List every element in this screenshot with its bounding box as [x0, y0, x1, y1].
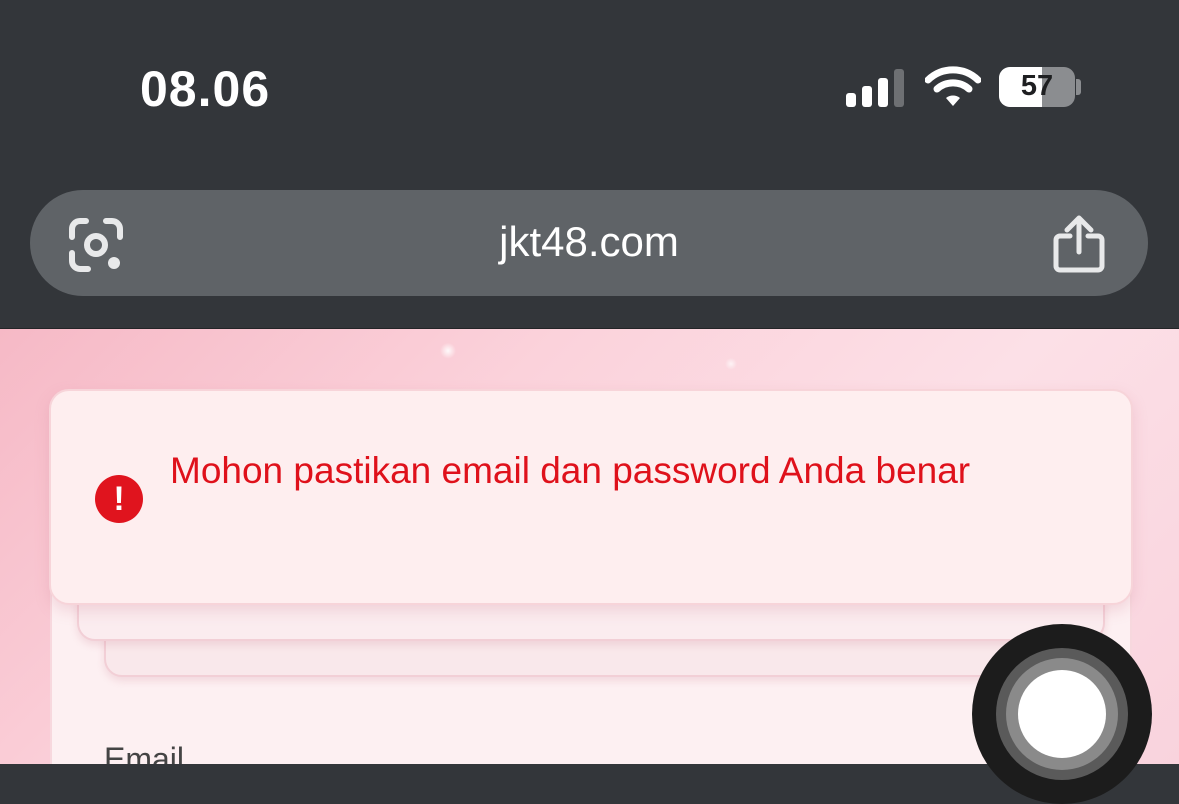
url-text[interactable]: jkt48.com	[30, 218, 1148, 266]
status-bar: 08.06 57	[0, 0, 1179, 175]
assistive-touch-icon[interactable]	[972, 624, 1152, 804]
cellular-signal-icon	[846, 69, 906, 107]
share-icon[interactable]	[1050, 214, 1108, 274]
assistive-core	[1018, 670, 1106, 758]
wifi-icon	[925, 66, 981, 106]
battery-percent: 57	[1020, 70, 1054, 102]
email-label: Email	[104, 741, 185, 764]
battery-tip	[1076, 79, 1081, 95]
status-time: 08.06	[140, 61, 271, 117]
browser-toolbar: jkt48.com	[0, 175, 1179, 329]
address-bar[interactable]: jkt48.com	[30, 190, 1148, 296]
error-exclamation-icon: !	[95, 475, 143, 523]
error-message: Mohon pastikan email dan password Anda b…	[170, 450, 971, 491]
battery-icon: 57	[999, 67, 1075, 107]
error-alert[interactable]: ! Mohon pastikan email dan password Anda…	[49, 389, 1133, 605]
